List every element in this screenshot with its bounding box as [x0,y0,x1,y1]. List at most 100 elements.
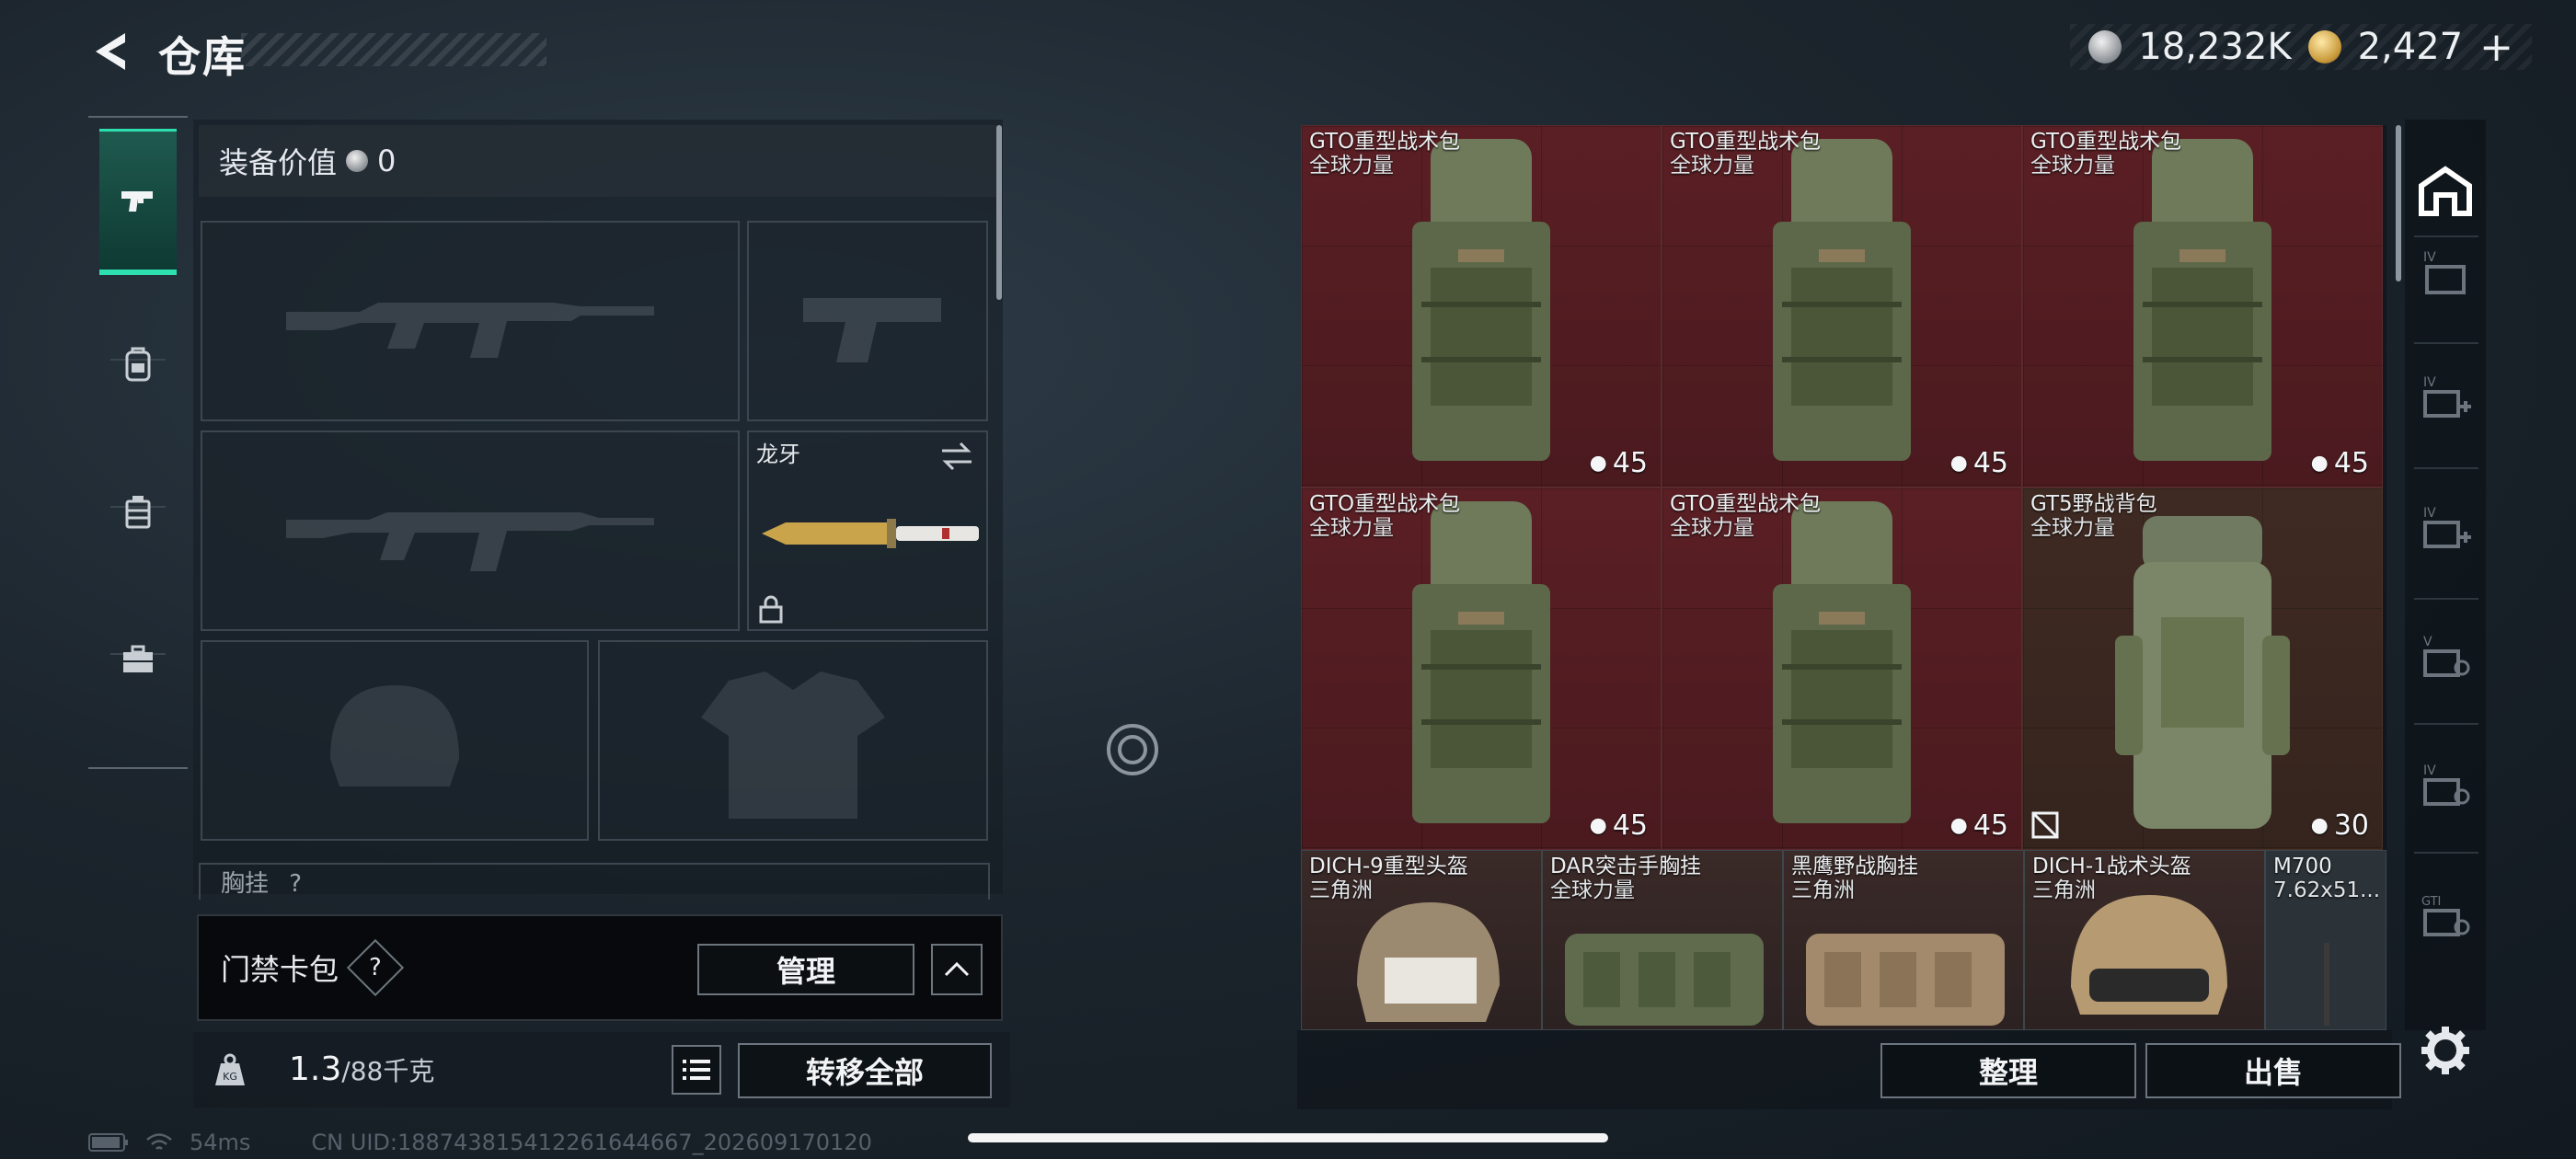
melee-slot[interactable]: 龙牙 [747,430,988,631]
list-view-button[interactable] [672,1045,721,1095]
back-button[interactable] [85,26,136,77]
silver-coin-icon [346,150,369,172]
tab-toolbox[interactable] [99,591,177,729]
helmet-silhouette-icon [202,642,587,839]
chest-rig-slot[interactable]: 胸挂 ? [199,863,990,900]
primary-weapon-slot[interactable] [201,221,740,421]
storage-item[interactable]: GTO重型战术包 全球力量 ● 45 [1301,488,1662,850]
tab-storage-expansion-6[interactable]: GTI [2412,885,2478,951]
storage-item[interactable]: DICH-1战术头盔 三角洲 [2024,850,2265,1030]
gear-icon [2421,1027,2469,1074]
item-name: DICH-1战术头盔 [2032,855,2191,878]
status-bar: 54ms CN UID:18874381541226164466​7_20260… [88,1130,872,1155]
category-sidebar [88,116,188,769]
item-capacity: ● 45 [1949,447,2008,479]
storage-item[interactable]: M700 7.62x51... [2265,850,2386,1030]
item-name: GTO重型战术包 [1309,492,1461,516]
secondary-weapon-slot[interactable] [201,430,740,631]
gold-coin-icon [2307,30,2341,63]
tab-storage-expansion-4[interactable]: V [2412,625,2478,692]
collapse-button[interactable] [931,944,983,995]
list-icon [683,1060,710,1080]
wifi-icon [146,1133,172,1150]
storage-item[interactable]: DICH-9重型头盔 三角洲 [1301,850,1542,1030]
manage-button[interactable]: 管理 [697,944,914,995]
item-source: 全球力量 [2030,516,2115,540]
storage-item[interactable]: GTO重型战术包 全球力量 ● 45 [1662,488,2022,850]
home-indicator[interactable] [968,1133,1608,1142]
capacity-icon: ● [1589,814,1607,837]
title-decoration [241,33,546,66]
swap-icon[interactable] [938,440,975,473]
battery-icon [88,1133,128,1152]
storage-item[interactable]: DAR突击手胸挂 全球力量 [1542,850,1783,1030]
storage-add-icon: IV [2423,375,2471,418]
page-title: 仓库 [158,32,247,82]
chevron-up-icon [944,961,970,977]
storage-item[interactable]: GTO重型战术包 全球力量 ● 45 [1662,125,2022,488]
storage-grid: GTO重型战术包 全球力量 ● 45 GTO重型战术包 全球力量 ● 45 GT… [1301,125,2386,1030]
storage-special-icon: GTI [2421,895,2470,936]
tab-separator [2414,467,2478,469]
item-capacity: ● 45 [2310,447,2369,479]
backpack-icon [1412,501,1550,823]
gold-amount: 2,427 [2357,26,2464,68]
tab-weapons[interactable] [99,129,177,275]
item-source: 全球力量 [1309,516,1394,540]
help-icon[interactable]: ? [346,938,405,997]
helmet-slot[interactable] [201,640,589,841]
item-name: GTO重型战术包 [1670,492,1822,516]
storage-scrollbar[interactable] [2396,125,2401,281]
item-capacity: ● 45 [1589,809,1648,842]
storage-item[interactable]: GTO重型战术包 全球力量 ● 45 [2022,125,2383,488]
tab-storage-main[interactable] [2412,158,2478,224]
tab-backpack[interactable] [99,296,177,434]
transfer-all-button[interactable]: 转移全部 [738,1043,992,1098]
tab-storage-expansion-1[interactable]: IV [2412,241,2478,307]
tab-storage-expansion-3[interactable]: IV [2412,497,2478,563]
access-card-label: 门禁卡包 [221,952,339,987]
pistol-icon [121,191,153,212]
equipment-scrollbar[interactable] [996,125,1002,300]
chest-rig-count: ? [289,870,303,898]
pistol-silhouette-icon [749,223,986,419]
item-name: GT5野战背包 [2030,492,2157,516]
item-source: 7.62x51... [2273,878,2381,902]
target-ring-icon[interactable] [1104,721,1161,778]
weight-current: 1.3 [289,1050,342,1088]
backpack-icon [1412,139,1550,461]
chest-rig-label: 胸挂 [221,870,270,898]
storage-item[interactable]: 黑鹰野战胸挂 三角洲 [1783,850,2024,1030]
back-arrow-icon [96,33,125,70]
svg-text:IV: IV [2423,375,2436,390]
sell-button[interactable]: 出售 [2145,1043,2401,1098]
item-source: 全球力量 [1550,878,1635,902]
chest-rig-icon [1806,934,2005,1026]
storage-search-icon: IV [2423,763,2470,806]
ammo-icon [2324,943,2329,1026]
armor-slot[interactable] [598,640,988,841]
tab-separator [2414,852,2478,854]
tab-storage-expansion-2[interactable]: IV [2412,366,2478,432]
item-source: 三角洲 [1309,878,1373,902]
sidearm-slot[interactable] [747,221,988,421]
settings-button[interactable] [2412,1017,2478,1084]
storage-search-icon: V [2423,635,2470,677]
rifle-silhouette-icon [202,223,738,419]
field-backpack-icon [2115,516,2290,829]
capacity-icon: ● [1949,814,1968,837]
chest-rig-icon [1565,934,1764,1026]
item-name: DICH-9重型头盔 [1309,855,1468,878]
tab-chest-rig[interactable] [99,443,177,581]
add-currency-button[interactable]: + [2479,24,2513,71]
helmet-icon [1357,902,1500,1022]
sort-button[interactable]: 整理 [1880,1043,2136,1098]
tab-storage-expansion-5[interactable]: IV [2412,754,2478,820]
item-name: GTO重型战术包 [2030,130,2182,154]
tab-separator [2414,235,2478,237]
svg-text:GTI: GTI [2421,895,2441,909]
silver-amount: 18,232K [2138,26,2292,68]
storage-item[interactable]: GTO重型战术包 全球力量 ● 45 [1301,125,1662,488]
equipment-value-bar: 装备价值 0 [199,125,997,197]
storage-item[interactable]: GT5野战背包 全球力量 ● 30 [2022,488,2383,850]
